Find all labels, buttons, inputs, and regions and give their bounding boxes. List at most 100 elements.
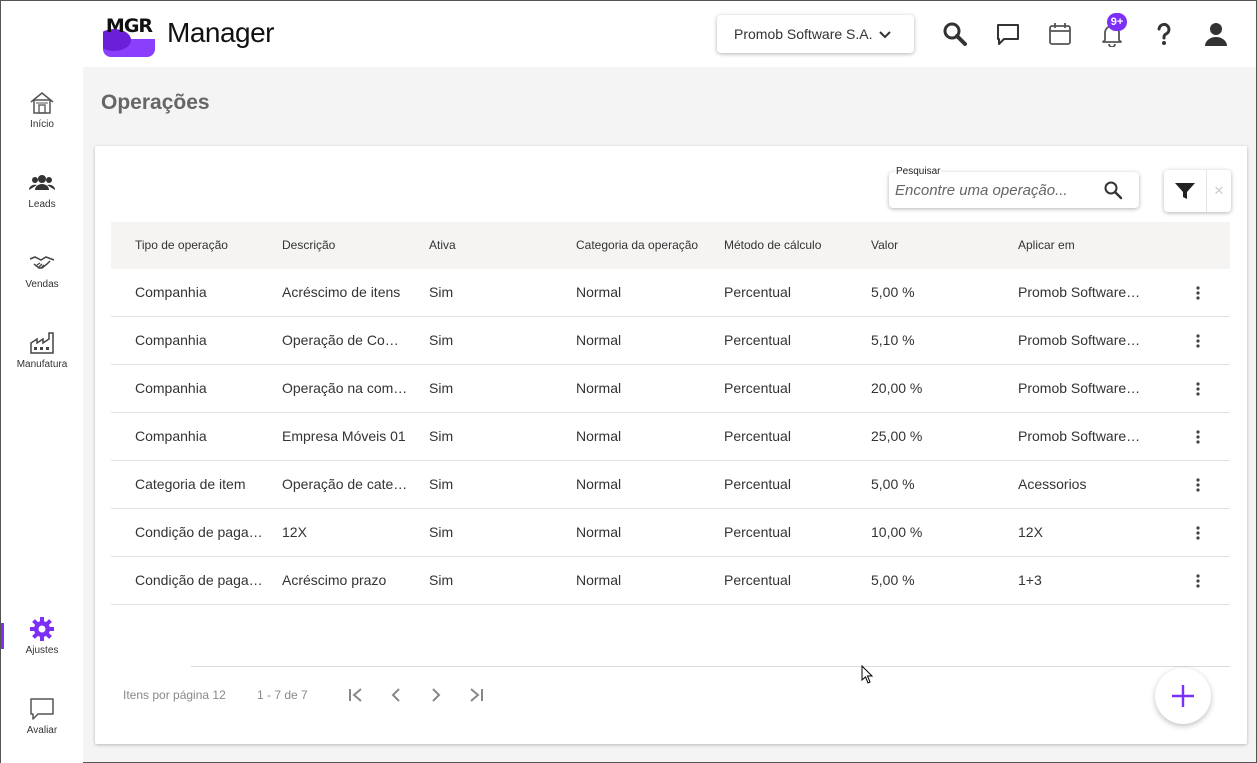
row-menu-button[interactable] <box>1189 571 1207 591</box>
table-row[interactable]: Companhia Operação na companhia Sim Normal P… <box>111 365 1230 413</box>
search-icon[interactable] <box>1103 180 1123 200</box>
table-cell: Percentual <box>724 476 791 492</box>
table-cell: Percentual <box>724 284 791 300</box>
table-cell: Operação de Compra <box>282 332 408 348</box>
notification-badge: 9+ <box>1107 13 1127 31</box>
table-cell: Empresa Móveis 01 <box>282 428 406 444</box>
row-menu-button[interactable] <box>1189 331 1207 351</box>
first-page-button[interactable] <box>345 684 367 706</box>
row-menu-button[interactable] <box>1189 283 1207 303</box>
table-cell: Promob Software S.A. <box>1018 332 1144 348</box>
table-cell: Acréscimo de itens <box>282 284 401 300</box>
table-cell: Normal <box>576 428 622 444</box>
more-vertical-icon <box>1196 574 1200 588</box>
page-range: 1 - 7 de 7 <box>257 688 308 702</box>
table-cell: Sim <box>429 284 454 300</box>
company-select[interactable]: Promob Software S.A. <box>717 15 914 53</box>
sidebar-item-vendas[interactable]: Vendas <box>1 249 83 290</box>
table-cell: Normal <box>576 332 622 348</box>
filter-button[interactable] <box>1164 170 1206 212</box>
table-cell: Sim <box>429 332 454 348</box>
filter-icon <box>1175 183 1195 199</box>
logo-wave <box>103 29 155 57</box>
table-row[interactable]: Companhia Acréscimo de itens Sim Normal Perc… <box>111 269 1230 317</box>
search-input[interactable] <box>895 180 1095 200</box>
column-header[interactable]: Aplicar em <box>1018 238 1144 252</box>
sidebar-item-label: Início <box>30 119 54 130</box>
plus-icon <box>1172 685 1194 707</box>
chevron-left-icon <box>391 688 400 702</box>
column-header[interactable]: Ativa <box>429 238 549 252</box>
table-cell: Normal <box>576 380 622 396</box>
column-header[interactable]: Categoria da operação <box>576 238 702 252</box>
column-header[interactable]: Descrição <box>282 238 408 252</box>
table-cell: Promob Software S.A. <box>1018 428 1144 444</box>
chat-bubble-icon <box>30 698 54 720</box>
row-menu-button[interactable] <box>1189 379 1207 399</box>
table-cell: Normal <box>576 476 622 492</box>
chevron-right-icon <box>432 688 441 702</box>
table-cell: Promob Software S.A. <box>1018 380 1144 396</box>
clear-filter-button[interactable]: ✕ <box>1206 170 1231 212</box>
more-vertical-icon <box>1196 430 1200 444</box>
row-menu-button[interactable] <box>1189 475 1207 495</box>
table-row[interactable]: Companhia Operação de Compra Sim Normal Perc… <box>111 317 1230 365</box>
column-header[interactable]: Valor <box>871 238 991 252</box>
table-cell: Sim <box>429 380 454 396</box>
more-vertical-icon <box>1196 286 1200 300</box>
operations-card: Pesquisar ✕ Tipo de operação Descrição A… <box>95 146 1247 744</box>
table-cell: 5,00 % <box>871 572 915 588</box>
table-cell: Percentual <box>724 332 791 348</box>
table-row[interactable]: Condição de pagamento Acréscimo prazo Sim N… <box>111 557 1230 605</box>
app-logo[interactable]: MGR <box>103 9 155 57</box>
items-per-page[interactable]: Itens por página 12 <box>123 688 226 702</box>
table-row[interactable]: Companhia Empresa Móveis 01 Sim Normal Perce… <box>111 413 1230 461</box>
chevron-down-icon <box>879 31 891 39</box>
add-operation-button[interactable] <box>1155 668 1211 724</box>
search-field[interactable] <box>889 172 1139 208</box>
table-row[interactable]: Categoria de item Operação de categoria Si… <box>111 461 1230 509</box>
table-row[interactable]: Condição de pagamento 12X Sim Normal Percent… <box>111 509 1230 557</box>
sidebar-item-leads[interactable]: Leads <box>1 169 83 210</box>
pager-divider <box>191 666 1230 667</box>
table-cell: 12X <box>282 524 307 540</box>
last-page-button[interactable] <box>465 684 487 706</box>
logo-text: MGR <box>105 15 153 37</box>
sidebar-item-label: Manufatura <box>16 359 68 370</box>
next-page-button[interactable] <box>425 684 447 706</box>
user-icon[interactable] <box>1203 21 1229 47</box>
sidebar-item-label: Leads <box>28 199 56 210</box>
table-cell: 1+3 <box>1018 572 1042 588</box>
table-cell: 5,00 % <box>871 284 915 300</box>
table-cell: Condição de pagamento <box>135 572 265 588</box>
more-vertical-icon <box>1196 526 1200 540</box>
table-cell: Categoria de item <box>135 476 246 492</box>
more-vertical-icon <box>1196 334 1200 348</box>
sidebar-item-manufatura[interactable]: Manufatura <box>1 329 83 370</box>
table-cell: Promob Software S.A. <box>1018 284 1144 300</box>
table-cell: Normal <box>576 524 622 540</box>
row-menu-button[interactable] <box>1189 523 1207 543</box>
sidebar-item-label: Ajustes <box>25 645 59 656</box>
first-page-icon <box>349 688 362 702</box>
table-cell: Companhia <box>135 428 207 444</box>
app-name: Manager <box>167 17 275 48</box>
calendar-icon[interactable] <box>1047 21 1073 47</box>
table-cell: Sim <box>429 524 454 540</box>
prev-page-button[interactable] <box>385 684 407 706</box>
sidebar-item-ajustes[interactable]: Ajustes <box>1 615 83 656</box>
message-icon[interactable] <box>995 21 1021 47</box>
table-cell: 12X <box>1018 524 1043 540</box>
sidebar-item-avaliar[interactable]: Avaliar <box>1 695 83 736</box>
search-icon[interactable] <box>942 21 968 47</box>
sidebar-item-inicio[interactable]: Início <box>1 89 83 130</box>
handshake-icon <box>29 256 55 269</box>
sidebar: Início Leads Vendas Manufatura Ajustes A… <box>1 67 83 763</box>
column-header[interactable]: Método de cálculo <box>724 238 850 252</box>
table-cell: Companhia <box>135 380 207 396</box>
help-icon[interactable] <box>1151 21 1177 47</box>
row-menu-button[interactable] <box>1189 427 1207 447</box>
column-header[interactable]: Tipo de operação <box>135 238 265 252</box>
sidebar-item-label: Avaliar <box>26 725 58 736</box>
table-cell: 10,00 % <box>871 524 923 540</box>
